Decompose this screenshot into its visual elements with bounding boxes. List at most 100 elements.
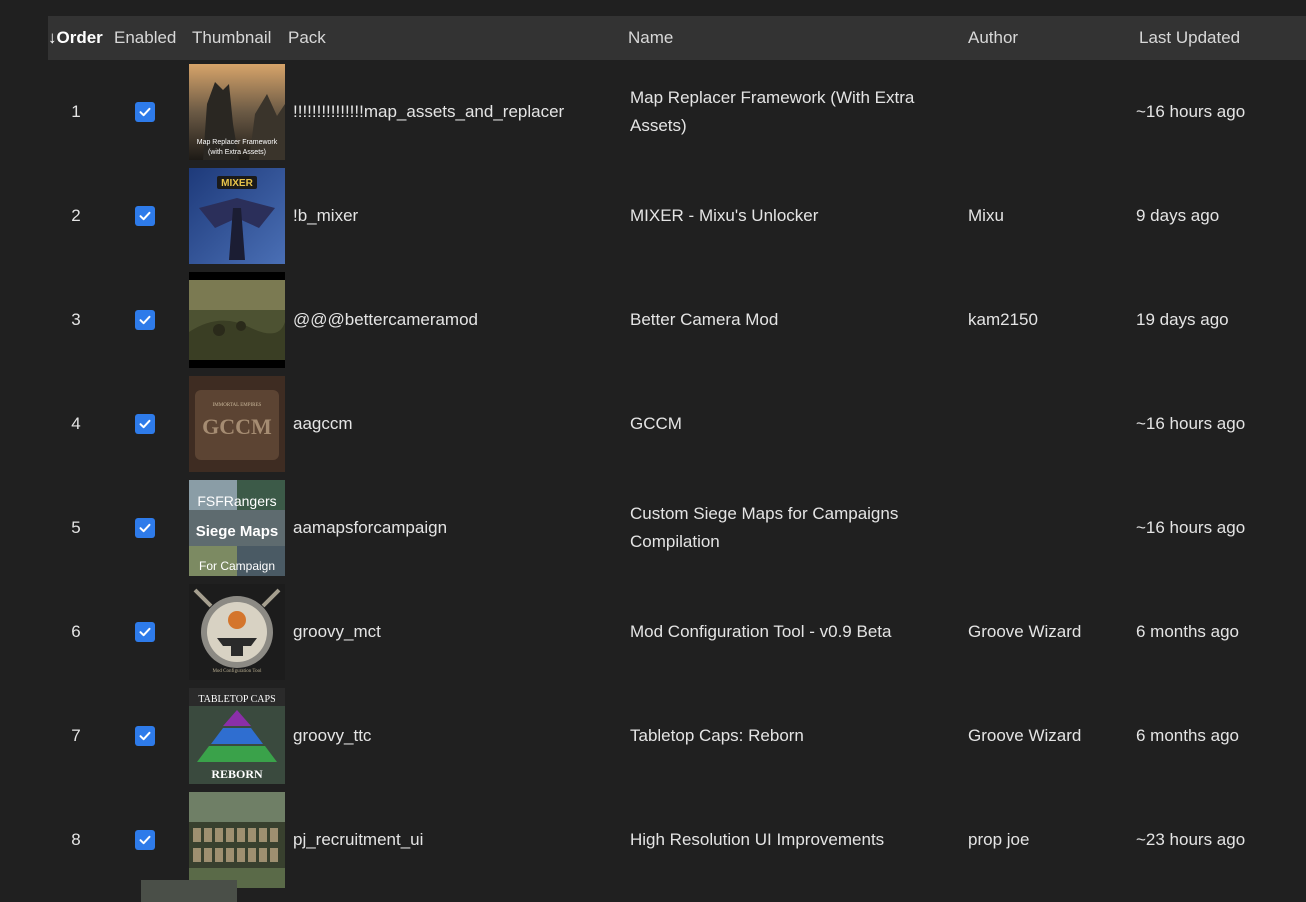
enabled-checkbox[interactable] — [135, 206, 155, 226]
thumbnail-cell: IMMORTAL EMPIRES GCCM — [189, 372, 285, 476]
enabled-cell — [135, 476, 155, 580]
thumbnail-caption: (with Extra Assets) — [208, 149, 266, 156]
author-cell: kam2150 — [968, 310, 1038, 329]
checkmark-icon — [139, 211, 151, 221]
thumbnail-cell — [189, 268, 285, 372]
thumbnail-image: Mod Configuration Tool — [189, 584, 285, 680]
order-cell: 6 — [71, 622, 81, 641]
thumbnail-caption: For Campaign — [199, 559, 275, 573]
mod-list-table: ↓Order Enabled Thumbnail Pack Name Autho… — [48, 16, 1306, 892]
thumbnail-image — [189, 272, 285, 368]
thumbnail-caption: FSFRangers — [197, 493, 276, 509]
table-row[interactable]: 1 Map Replacer Framework (with Extra Ass… — [48, 60, 1306, 164]
pack-cell: pj_recruitment_ui — [293, 830, 424, 849]
order-cell: 2 — [71, 206, 81, 225]
pack-cell: @@@bettercameramod — [293, 310, 478, 329]
thumbnail-image: IMMORTAL EMPIRES GCCM — [189, 376, 285, 472]
checkmark-icon — [139, 315, 151, 325]
thumbnail-caption: GCCM — [202, 414, 272, 439]
thumbnail-caption: Mod Configuration Tool — [212, 669, 262, 674]
name-cell: Better Camera Mod — [630, 310, 779, 329]
enabled-checkbox[interactable] — [135, 518, 155, 538]
enabled-cell — [135, 268, 155, 372]
enabled-cell — [135, 684, 155, 788]
column-header-pack[interactable]: Pack — [288, 16, 588, 60]
enabled-cell — [135, 580, 155, 684]
author-cell: Groove Wizard — [968, 726, 1082, 745]
order-cell: 8 — [71, 830, 81, 849]
thumbnail-caption: Siege Maps — [196, 523, 279, 540]
thumbnail-cell: TABLETOP CAPS REBORN — [189, 684, 285, 788]
thumbnail-caption: REBORN — [211, 767, 263, 781]
name-cell: GCCM — [630, 414, 682, 433]
table-row[interactable]: 2 MIXER !b_mixer MIXER - Mixu's Unlocker… — [48, 164, 1306, 268]
enabled-cell — [135, 164, 155, 268]
thumbnail-caption: TABLETOP CAPS — [198, 694, 275, 705]
thumbnail-caption: MIXER — [221, 178, 253, 189]
author-cell: Groove Wizard — [968, 622, 1082, 641]
thumbnail-image: MIXER — [189, 168, 285, 264]
table-row[interactable]: 6 Mod Configuration Tool groovy_mct Mod … — [48, 580, 1306, 684]
table-row[interactable]: 3 @@@bettercameramod Better Camera Mod k… — [48, 268, 1306, 372]
order-cell: 4 — [71, 414, 81, 433]
thumbnail-caption: IMMORTAL EMPIRES — [213, 403, 262, 408]
pack-cell: groovy_ttc — [293, 726, 372, 745]
thumbnail-caption: Map Replacer Framework — [197, 139, 278, 146]
enabled-cell — [135, 60, 155, 164]
checkmark-icon — [139, 523, 151, 533]
pack-cell: aagccm — [293, 414, 353, 433]
author-cell — [968, 60, 1128, 164]
checkmark-icon — [139, 627, 151, 637]
enabled-checkbox[interactable] — [135, 726, 155, 746]
thumbnail-image — [189, 792, 285, 888]
enabled-checkbox[interactable] — [135, 414, 155, 434]
table-row[interactable]: 7 TABLETOP CAPS REBORN groovy_ttc Tablet… — [48, 684, 1306, 788]
next-row-thumbnail-partial — [141, 880, 237, 902]
last-updated-cell: ~23 hours ago — [1136, 830, 1246, 849]
enabled-checkbox[interactable] — [135, 102, 155, 122]
last-updated-cell: 6 months ago — [1136, 622, 1240, 641]
last-updated-cell: 6 months ago — [1136, 726, 1240, 745]
order-cell: 3 — [71, 310, 81, 329]
checkmark-icon — [139, 731, 151, 741]
checkmark-icon — [139, 419, 151, 429]
enabled-cell — [135, 788, 155, 892]
table-row[interactable]: 5 FSFRangers Siege Maps For Campaign aam… — [48, 476, 1306, 580]
name-cell: High Resolution UI Improvements — [630, 830, 885, 849]
enabled-cell — [135, 372, 155, 476]
order-cell: 5 — [71, 518, 81, 537]
name-cell: Custom Siege Maps for Campaigns Compilat… — [630, 504, 899, 551]
pack-cell: !b_mixer — [293, 206, 359, 225]
last-updated-cell: ~16 hours ago — [1136, 518, 1246, 537]
thumbnail-image: Map Replacer Framework (with Extra Asset… — [189, 64, 285, 160]
column-header-name[interactable]: Name — [628, 16, 928, 60]
thumbnail-cell: Mod Configuration Tool — [189, 580, 285, 684]
thumbnail-image: FSFRangers Siege Maps For Campaign — [189, 480, 285, 576]
column-header-order[interactable]: ↓Order — [48, 16, 106, 60]
checkmark-icon — [139, 835, 151, 845]
column-header-last-updated[interactable]: Last Updated — [1139, 16, 1299, 60]
column-header-author[interactable]: Author — [968, 16, 1118, 60]
table-row[interactable]: 4 IMMORTAL EMPIRES GCCM aagccm GCCM ~16 … — [48, 372, 1306, 476]
table-header: ↓Order Enabled Thumbnail Pack Name Autho… — [48, 16, 1306, 60]
table-row[interactable]: 8 pj_recruitment_ui High Resolution UI I… — [48, 788, 1306, 892]
checkmark-icon — [139, 107, 151, 117]
author-cell: Mixu — [968, 206, 1004, 225]
enabled-checkbox[interactable] — [135, 830, 155, 850]
thumbnail-cell: FSFRangers Siege Maps For Campaign — [189, 476, 285, 580]
thumbnail-cell: Map Replacer Framework (with Extra Asset… — [189, 60, 285, 164]
column-header-enabled[interactable]: Enabled — [114, 16, 184, 60]
last-updated-cell: ~16 hours ago — [1136, 102, 1246, 121]
order-cell: 7 — [71, 726, 81, 745]
pack-cell: !!!!!!!!!!!!!!!map_assets_and_replacer — [293, 102, 565, 121]
enabled-checkbox[interactable] — [135, 622, 155, 642]
thumbnail-cell: MIXER — [189, 164, 285, 268]
thumbnail-cell — [189, 788, 285, 892]
pack-cell: groovy_mct — [293, 622, 381, 641]
column-header-thumbnail[interactable]: Thumbnail — [192, 16, 282, 60]
name-cell: Tabletop Caps: Reborn — [630, 726, 804, 745]
author-cell — [968, 476, 1128, 580]
enabled-checkbox[interactable] — [135, 310, 155, 330]
last-updated-cell: 19 days ago — [1136, 310, 1229, 329]
table-body: 1 Map Replacer Framework (with Extra Ass… — [48, 60, 1306, 892]
